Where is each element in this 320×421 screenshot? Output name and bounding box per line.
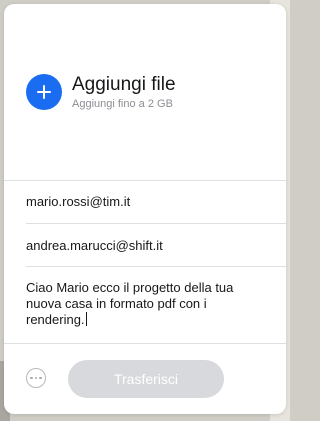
add-files-button[interactable]: Aggiungi file Aggiungi fino a 2 GB: [26, 74, 176, 110]
message-field[interactable]: Ciao Mario ecco il progetto della tua nu…: [26, 280, 262, 328]
add-files-title: Aggiungi file: [72, 74, 176, 95]
text-caret: [85, 312, 87, 326]
divider: [4, 343, 286, 344]
more-options-icon[interactable]: [26, 368, 46, 388]
add-files-limit: Aggiungi fino a 2 GB: [72, 98, 173, 110]
plus-icon[interactable]: [26, 74, 62, 110]
recipient-email-field[interactable]: mario.rossi@tim.it: [26, 194, 130, 209]
divider: [26, 223, 286, 224]
sender-email-field[interactable]: andrea.marucci@shift.it: [26, 238, 163, 253]
divider: [4, 180, 286, 181]
divider: [26, 266, 286, 267]
message-text: Ciao Mario ecco il progetto della tua nu…: [26, 280, 234, 327]
transfer-card: Aggiungi file Aggiungi fino a 2 GB mario…: [4, 4, 286, 414]
transfer-button[interactable]: Trasferisci: [68, 360, 224, 398]
